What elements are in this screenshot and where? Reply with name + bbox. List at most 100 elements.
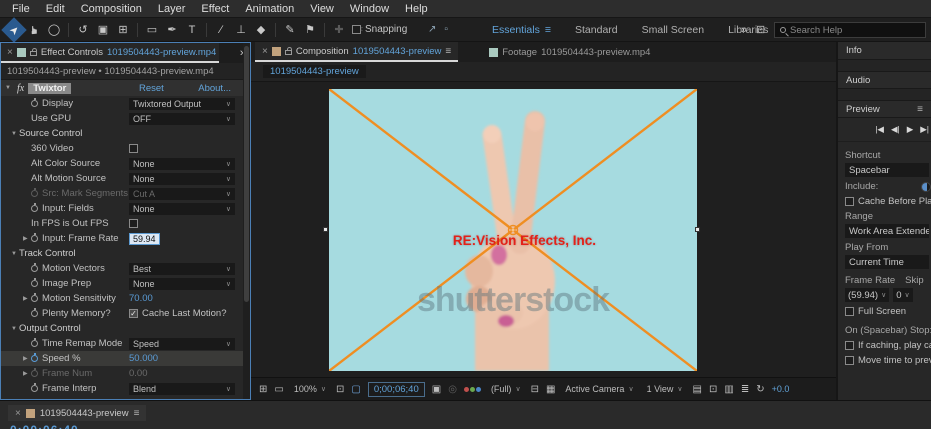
full-screen-row[interactable]: Full Screen bbox=[845, 306, 931, 317]
param-plenty-memory[interactable]: Plenty Memory? ✓ Cache Last Motion? bbox=[1, 306, 243, 321]
snapping-option-icon-1[interactable]: ▫ bbox=[444, 24, 448, 35]
panel-menu-icon[interactable]: ≡ bbox=[917, 104, 923, 115]
param-alt-motion-source[interactable]: Alt Motion Source None ∨ bbox=[1, 171, 243, 186]
stopwatch-icon[interactable] bbox=[31, 338, 38, 347]
stopwatch-icon[interactable] bbox=[31, 368, 38, 377]
cache-before-playback-row[interactable]: Cache Before Playback bbox=[845, 196, 931, 207]
menu-animation[interactable]: Animation bbox=[237, 3, 302, 15]
param-input-frame-rate[interactable]: ▶ Input: Frame Rate 59.94 bbox=[1, 231, 243, 246]
close-icon[interactable]: × bbox=[15, 408, 21, 419]
collapse-icon[interactable]: ▼ bbox=[5, 85, 13, 91]
scrollbar[interactable] bbox=[243, 43, 250, 399]
hand-tool-icon[interactable]: ☛ bbox=[25, 21, 43, 39]
stopwatch-icon[interactable] bbox=[31, 293, 38, 302]
tab-effect-controls[interactable]: × Effect Controls 1019504443-preview.mp4… bbox=[1, 43, 219, 63]
tab-footage[interactable]: Footage 1019504443-preview.mp4 bbox=[482, 42, 657, 62]
dropdown-image-prep[interactable]: None ∨ bbox=[129, 277, 235, 290]
range-select[interactable]: Work Area Extended By bbox=[845, 224, 929, 238]
collapse-icon[interactable]: ▼ bbox=[11, 251, 19, 257]
effect-header-twixtor[interactable]: ▼ fx Twixtor Reset About... bbox=[1, 80, 243, 96]
checkbox-plenty-memory[interactable]: ✓ bbox=[129, 309, 138, 318]
group-output-control[interactable]: ▼ Output Control bbox=[1, 321, 243, 336]
group-source-control[interactable]: ▼ Source Control bbox=[1, 126, 243, 141]
flowchart-icon[interactable]: ≣ bbox=[741, 384, 749, 395]
collapse-icon[interactable]: ▼ bbox=[11, 131, 19, 137]
effect-name[interactable]: Twixtor bbox=[28, 82, 72, 94]
current-time[interactable]: 0;00;06;40 bbox=[367, 381, 425, 397]
composition-viewer[interactable]: RE:Vision Effects, Inc. shutterstock bbox=[251, 82, 836, 377]
reset-exposure-icon[interactable]: ↻ bbox=[756, 384, 764, 395]
close-icon[interactable]: × bbox=[262, 46, 268, 57]
dropdown-alt-color-source[interactable]: None ∨ bbox=[129, 157, 235, 170]
stopwatch-icon[interactable] bbox=[31, 308, 38, 317]
clone-stamp-tool-icon[interactable]: ⊥ bbox=[232, 21, 250, 39]
stopwatch-icon[interactable] bbox=[31, 98, 38, 107]
expand-icon[interactable]: ▶ bbox=[23, 355, 31, 362]
layer-handle-left[interactable] bbox=[323, 227, 328, 232]
param-360-video[interactable]: 360 Video bbox=[1, 141, 243, 156]
dropdown-time-remap-mode[interactable]: Speed ∨ bbox=[129, 337, 235, 350]
if-caching-row[interactable]: If caching, play cached frames bbox=[845, 340, 931, 351]
param-image-prep[interactable]: Image Prep None ∨ bbox=[1, 276, 243, 291]
stopwatch-icon[interactable] bbox=[31, 353, 38, 362]
expand-icon[interactable]: ▶ bbox=[23, 235, 31, 242]
param-frame-num[interactable]: ▶ Frame Num 0.00 bbox=[1, 366, 243, 381]
param-in-fps-is-out-fps[interactable]: In FPS is Out FPS bbox=[1, 216, 243, 231]
tab-composition[interactable]: × Composition 1019504443-preview ≡ bbox=[255, 42, 459, 62]
panel-menu-icon[interactable]: ≡ bbox=[134, 408, 140, 419]
checkbox-in-fps-is-out-fps[interactable] bbox=[129, 219, 138, 228]
show-snapshot-icon[interactable]: ◎ bbox=[448, 384, 457, 395]
param-frame-interp[interactable]: Frame Interp Blend ∨ bbox=[1, 381, 243, 396]
camera-tool-icon[interactable]: ▣ bbox=[94, 21, 112, 39]
dropdown-use-gpu[interactable]: OFF ∨ bbox=[129, 112, 235, 125]
dropdown-alt-motion-source[interactable]: None ∨ bbox=[129, 172, 235, 185]
play-button[interactable]: ▶ bbox=[907, 124, 914, 135]
shape-tool-icon[interactable]: ▭ bbox=[143, 21, 161, 39]
menu-file[interactable]: File bbox=[4, 3, 38, 15]
stopwatch-icon[interactable] bbox=[31, 188, 38, 197]
tab-timeline[interactable]: × 1019504443-preview ≡ bbox=[8, 405, 147, 421]
exposure-value[interactable]: +0.0 bbox=[772, 384, 790, 394]
view-layout-select[interactable]: 1 View ∨ bbox=[643, 383, 686, 395]
dropdown-frame-interp[interactable]: Blend ∨ bbox=[129, 382, 235, 395]
show-channel-icon[interactable] bbox=[463, 386, 481, 392]
selection-tool-icon[interactable]: ➤ bbox=[1, 16, 27, 43]
region-of-interest-icon[interactable]: ▢ bbox=[351, 384, 360, 395]
workspace-switcher-icon[interactable]: ⊡ bbox=[756, 23, 765, 36]
stopwatch-icon[interactable] bbox=[31, 263, 38, 272]
monitor-icon[interactable]: ▭ bbox=[274, 384, 283, 395]
param-time-remap-mode[interactable]: Time Remap Mode Speed ∨ bbox=[1, 336, 243, 351]
dropdown-input-fields[interactable]: None ∨ bbox=[129, 202, 235, 215]
breadcrumb-item[interactable]: 1019504443-preview bbox=[263, 65, 366, 78]
collapse-icon[interactable]: ▼ bbox=[11, 326, 19, 332]
always-preview-icon[interactable]: ⊞ bbox=[259, 384, 267, 395]
transparency-grid-icon[interactable]: ▦ bbox=[546, 384, 555, 395]
snapping-option-icon-0[interactable]: ↗ bbox=[428, 24, 436, 35]
video-frame[interactable]: RE:Vision Effects, Inc. shutterstock bbox=[329, 89, 697, 371]
if-caching-checkbox[interactable] bbox=[845, 341, 854, 350]
param-motion-sensitivity[interactable]: ▶ Motion Sensitivity 70.00 bbox=[1, 291, 243, 306]
previous-frame-button[interactable]: ◀| bbox=[891, 124, 900, 135]
param-speed[interactable]: ▶ Speed % 50.000 bbox=[1, 351, 243, 366]
checkbox-360-video[interactable] bbox=[129, 144, 138, 153]
resolution-select[interactable]: (Full) ∨ bbox=[487, 383, 524, 395]
menu-effect[interactable]: Effect bbox=[193, 3, 237, 15]
shortcut-select[interactable]: Spacebar bbox=[845, 163, 929, 177]
eraser-tool-icon[interactable]: ◆ bbox=[252, 21, 270, 39]
skip-select[interactable]: 0 ∨ bbox=[893, 288, 913, 302]
menu-view[interactable]: View bbox=[302, 3, 342, 15]
audio-panel-header[interactable]: Audio bbox=[838, 71, 931, 89]
effect-about-link[interactable]: About... bbox=[198, 83, 231, 94]
expand-icon[interactable]: ▶ bbox=[23, 370, 31, 377]
local-axis-icon-icon[interactable]: ✚ bbox=[330, 21, 348, 39]
workspace-menu-icon[interactable]: ≡ bbox=[545, 24, 551, 36]
roi-button-icon[interactable]: ⊟ bbox=[531, 384, 539, 395]
brush-tool-icon[interactable]: ∕ bbox=[212, 21, 230, 39]
move-time-checkbox[interactable] bbox=[845, 356, 854, 365]
timeline-button-icon[interactable]: ▥ bbox=[724, 384, 733, 395]
stopwatch-icon[interactable] bbox=[31, 233, 38, 242]
zoom-tool-icon[interactable]: ◯ bbox=[45, 21, 63, 39]
snapshot-icon[interactable]: ▣ bbox=[432, 384, 441, 395]
grid-guides-icon[interactable]: ⊡ bbox=[336, 384, 344, 395]
group-track-control[interactable]: ▼ Track Control bbox=[1, 246, 243, 261]
